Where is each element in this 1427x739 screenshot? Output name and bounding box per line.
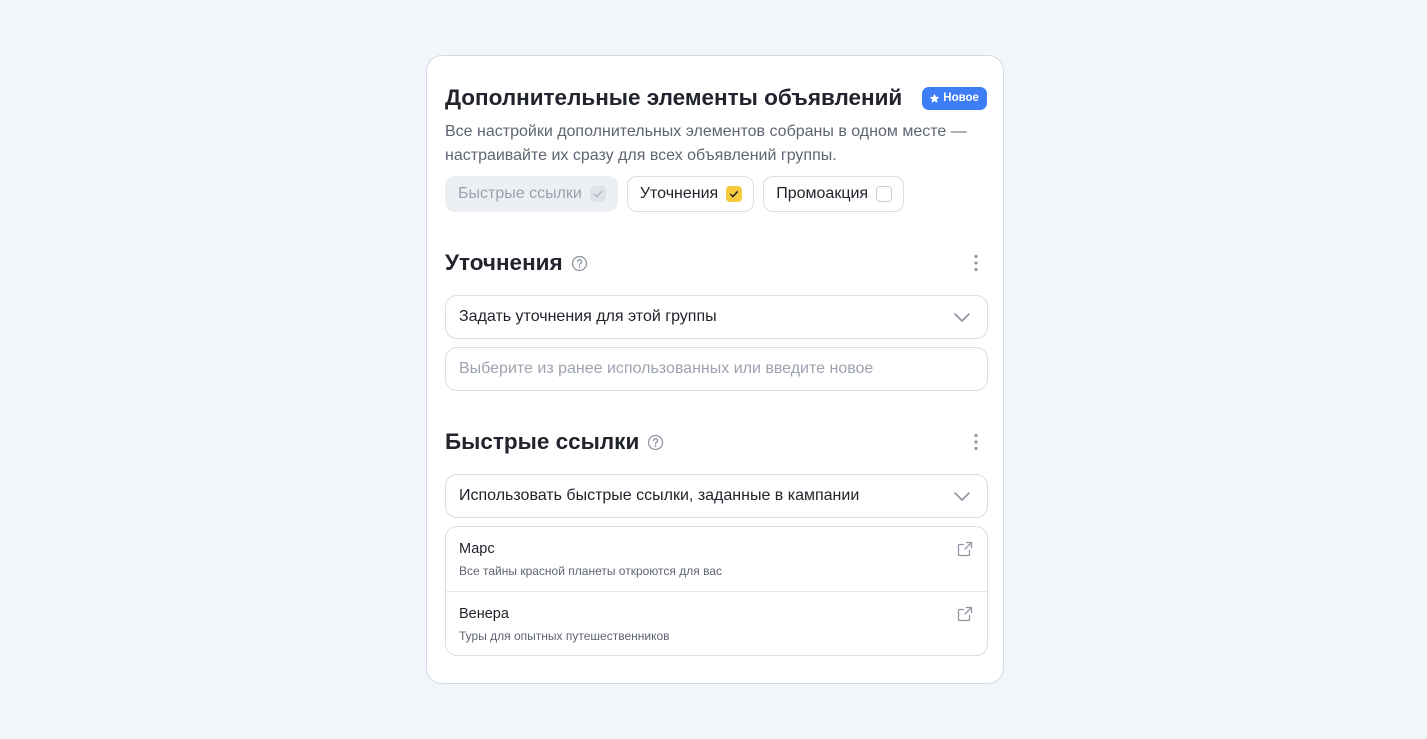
list-item-title: Венера [459,606,509,622]
chevron-down-icon [954,491,970,501]
extra-elements-card: Дополнительные элементы объявлений Новое… [426,55,1004,684]
chip-label: Быстрые ссылки [458,185,582,202]
refinements-title-wrap: Уточнения [445,247,588,279]
quick-links-list: Марс Все тайны красной планеты откроются… [445,526,988,656]
refinements-title: Уточнения [445,250,563,275]
list-item-text: Марс Все тайны красной планеты откроются… [459,539,722,591]
list-item-title: Марс [459,541,495,557]
badge-label: Новое [943,92,979,104]
chip-refinements[interactable]: Уточнения [626,176,755,212]
chip-label: Промоакция [776,185,869,202]
new-badge: Новое [922,86,987,110]
quick-links-title-wrap: Быстрые ссылки [445,426,664,458]
refinements-input[interactable] [445,347,988,391]
refinements-header: Уточнения [445,247,988,279]
question-circle-icon[interactable] [571,255,588,272]
quick-links-select[interactable]: Использовать быстрые ссылки, заданные в … [445,474,988,518]
checkbox[interactable] [726,186,743,202]
quick-links-header: Быстрые ссылки [445,426,988,458]
chip-promo[interactable]: Промоакция [763,176,905,212]
check-icon [730,191,739,198]
card-title: Дополнительные элементы объявлений [445,85,903,110]
star-icon [930,93,940,103]
list-item-description: Все тайны красной планеты откроются для … [459,564,722,578]
question-circle-icon[interactable] [647,434,664,451]
external-link-icon[interactable] [957,541,973,557]
list-item-description: Туры для опытных путешественников [459,629,670,643]
refinements-select-value: Задать уточнения для этой группы [459,308,717,325]
chevron-down-icon [954,312,970,322]
external-link-icon[interactable] [957,606,973,622]
refinements-select[interactable]: Задать уточнения для этой группы [445,295,988,339]
list-item-text: Венера Туры для опытных путешественников [459,604,670,655]
chip-label: Уточнения [639,185,719,202]
check-icon [593,191,602,198]
card-header: Дополнительные элементы объявлений Новое [445,82,988,114]
checkbox [589,186,606,202]
quick-links-select-value: Использовать быстрые ссылки, заданные в … [459,487,860,504]
kebab-menu-icon[interactable] [964,430,988,454]
list-item[interactable]: Марс Все тайны красной планеты откроются… [446,527,987,591]
list-item[interactable]: Венера Туры для опытных путешественников [446,591,987,655]
kebab-menu-icon[interactable] [964,251,988,275]
card-description: Все настройки дополнительных элементов с… [445,123,967,164]
quick-links-title: Быстрые ссылки [445,429,640,454]
element-toggles: Быстрые ссылки Уточнения Промоакция [445,176,988,212]
checkbox[interactable] [876,186,893,202]
chip-quick-links: Быстрые ссылки [445,176,618,212]
